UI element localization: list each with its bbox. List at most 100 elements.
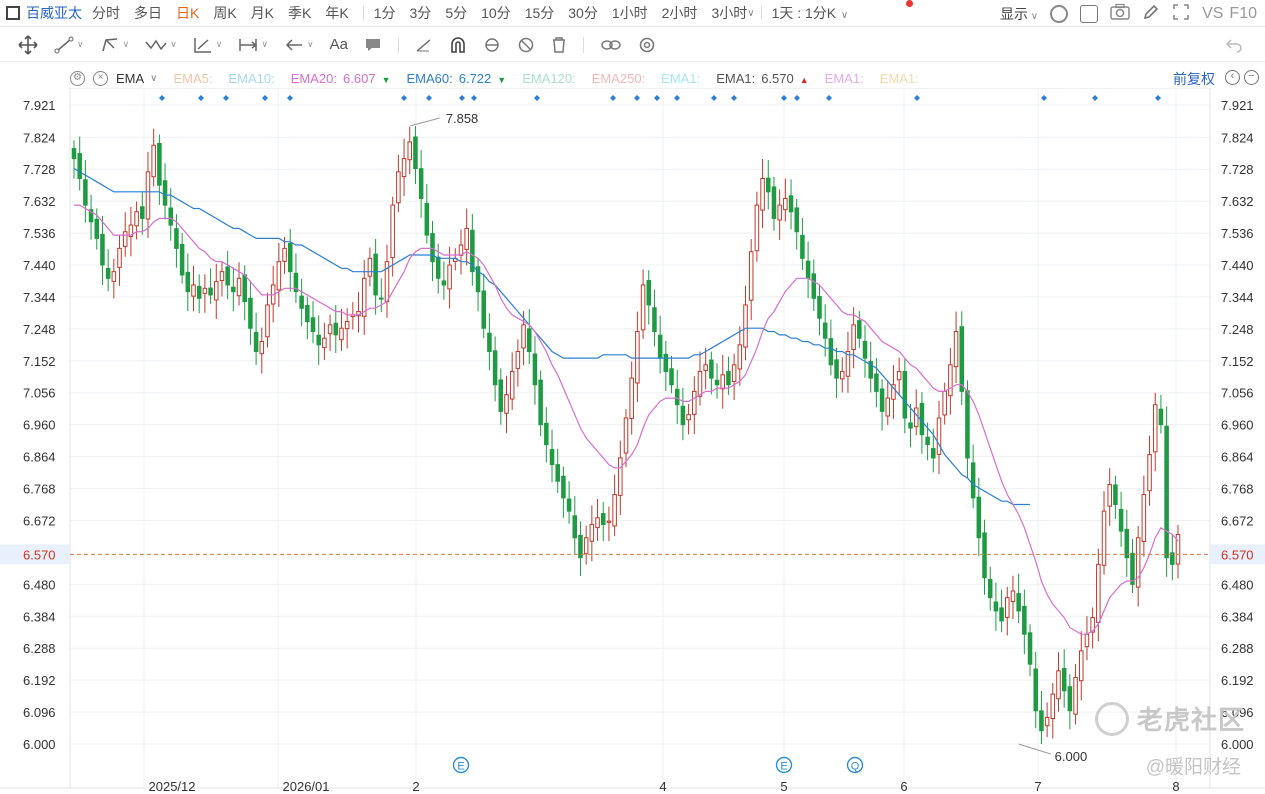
indicator-dropdown-icon[interactable]: ∨ xyxy=(150,73,157,84)
period-tab[interactable]: 5分 xyxy=(445,3,467,23)
candle-up xyxy=(737,344,743,370)
event-marker-icon xyxy=(426,95,432,101)
range-tool[interactable]: ∨ xyxy=(238,36,268,54)
draw-settings-icon[interactable] xyxy=(638,36,656,54)
legend-label: EMA1: xyxy=(716,70,756,86)
period-tab[interactable]: 3分 xyxy=(410,3,432,23)
period-tab[interactable]: 2小时 xyxy=(662,3,698,23)
sync-icon[interactable] xyxy=(483,36,501,54)
candle-down xyxy=(418,168,424,199)
period-tab[interactable]: 30分 xyxy=(568,3,598,23)
x-tick-label: 2026/01 xyxy=(283,779,330,794)
x-tick-label: 2 xyxy=(412,779,419,794)
indicator-settings-icon[interactable]: ⚙ xyxy=(70,70,85,86)
stock-name[interactable]: 百威亚太 xyxy=(26,3,82,23)
measure-tool[interactable]: ∨ xyxy=(193,36,222,54)
comment-icon[interactable] xyxy=(364,36,382,54)
candle-down xyxy=(185,271,191,293)
range-icon xyxy=(239,38,258,51)
period-tab[interactable]: 年K xyxy=(325,3,348,23)
candle-up xyxy=(612,494,617,527)
candle-up xyxy=(276,261,282,291)
candle-up xyxy=(191,284,196,297)
display-dropdown[interactable]: 显示 ∨ xyxy=(1000,4,1038,24)
y-tick-label-left: 6.096 xyxy=(23,705,56,720)
period-tab[interactable]: 3小时 xyxy=(711,3,747,23)
candle-down xyxy=(902,371,908,419)
wave-tool[interactable]: ∨ xyxy=(145,36,177,54)
adjust-price-button[interactable]: 前复权 xyxy=(1173,69,1215,89)
candle-down xyxy=(424,202,430,236)
event-marker-icon xyxy=(534,95,540,101)
candle-up xyxy=(1078,650,1084,682)
ruler-icon[interactable] xyxy=(415,36,433,54)
link-icon[interactable] xyxy=(600,36,622,54)
window-icon[interactable] xyxy=(6,6,20,20)
candle-down xyxy=(959,326,965,392)
candle-down xyxy=(970,462,976,499)
x-tick-label: 4 xyxy=(659,779,666,794)
vs-button[interactable]: VS xyxy=(1202,5,1223,23)
camera-icon[interactable] xyxy=(1110,3,1130,24)
candle-down xyxy=(800,234,805,259)
magnet-icon[interactable] xyxy=(449,36,467,54)
period-tab[interactable]: 15分 xyxy=(525,3,555,23)
trash-icon[interactable] xyxy=(551,36,567,54)
tiger-logo-icon xyxy=(1094,701,1129,736)
arrow-tool[interactable]: ∨ xyxy=(284,36,314,54)
candle-up xyxy=(515,350,521,369)
candle-down xyxy=(305,304,310,323)
line-tool[interactable]: ∨ xyxy=(54,36,84,54)
period-tab[interactable]: 季K xyxy=(288,3,311,23)
period-tab[interactable]: 分时 xyxy=(92,3,120,23)
settings-icon[interactable] xyxy=(1050,4,1069,23)
chart-style-icon[interactable] xyxy=(1080,4,1099,23)
indicator-close-icon[interactable]: × xyxy=(93,70,108,86)
text-tool[interactable]: Aa xyxy=(330,36,348,53)
x-tick-label: 8 xyxy=(1172,779,1179,794)
period-more-icon[interactable]: ∨ xyxy=(747,8,754,19)
period-tab[interactable]: 1分 xyxy=(374,3,396,23)
y-tick-label-right: 6.480 xyxy=(1221,577,1254,592)
candle-down xyxy=(674,388,680,406)
candle-up xyxy=(202,287,208,294)
candle-up xyxy=(396,171,401,204)
period-tabs: 分时 多日 日K 周K 月K 季K 年K 1分 3分 5分 10分 15分 30分 1小时 2小时 3小时 ∨ xyxy=(92,3,772,23)
indicator-legend: ⚙ × EMA ∨ EMA5: EMA10: EMA20: 6.607 ▼ EMA60: 6… xyxy=(70,68,919,88)
candle-up xyxy=(122,231,128,247)
special-period-dropdown[interactable]: 1天 : 1分K ∨ xyxy=(772,3,849,23)
period-tab[interactable]: 日K xyxy=(176,3,199,23)
path-tool[interactable]: ∨ xyxy=(100,36,129,54)
y-tick-label-right: 6.384 xyxy=(1221,609,1254,624)
legend-label: EMA1: xyxy=(879,70,919,86)
period-tab[interactable]: 周K xyxy=(213,3,236,23)
y-tick-label-right: 7.921 xyxy=(1221,98,1254,113)
period-tab[interactable]: 1小时 xyxy=(612,3,648,23)
indicator-name[interactable]: EMA xyxy=(116,71,144,86)
pane-controls: ‹ − xyxy=(1225,70,1259,85)
candle-up xyxy=(322,337,327,349)
event-marker-icon xyxy=(1041,95,1047,101)
y-tick-label-right: 7.536 xyxy=(1221,226,1254,241)
candle-up xyxy=(509,370,515,400)
candle-down xyxy=(1164,425,1169,559)
hide-icon[interactable] xyxy=(517,36,535,54)
f10-button[interactable]: F10 xyxy=(1229,5,1257,23)
pane-minimize-icon[interactable]: − xyxy=(1244,70,1259,85)
candle-down xyxy=(805,260,811,279)
y-tick-label-right: 6.864 xyxy=(1221,450,1254,465)
period-tab[interactable]: 月K xyxy=(251,3,274,23)
period-tab[interactable]: 多日 xyxy=(134,3,162,23)
pane-collapse-icon[interactable]: ‹ xyxy=(1225,70,1240,85)
low-leader-line xyxy=(1018,743,1051,755)
pencil-icon[interactable] xyxy=(1142,3,1160,24)
candle-down xyxy=(526,328,532,352)
fullscreen-icon[interactable] xyxy=(1172,3,1190,24)
period-tab[interactable]: 10分 xyxy=(481,3,511,23)
candle-up xyxy=(731,364,737,382)
candle-down xyxy=(253,331,259,352)
candlestick-chart[interactable]: 7.921 7.921 7.824 7.824 7.728 7.728 7.632 7.632… xyxy=(0,88,1265,794)
candle-down xyxy=(333,322,339,336)
undo-icon[interactable] xyxy=(1225,36,1243,54)
move-icon[interactable] xyxy=(18,34,38,55)
